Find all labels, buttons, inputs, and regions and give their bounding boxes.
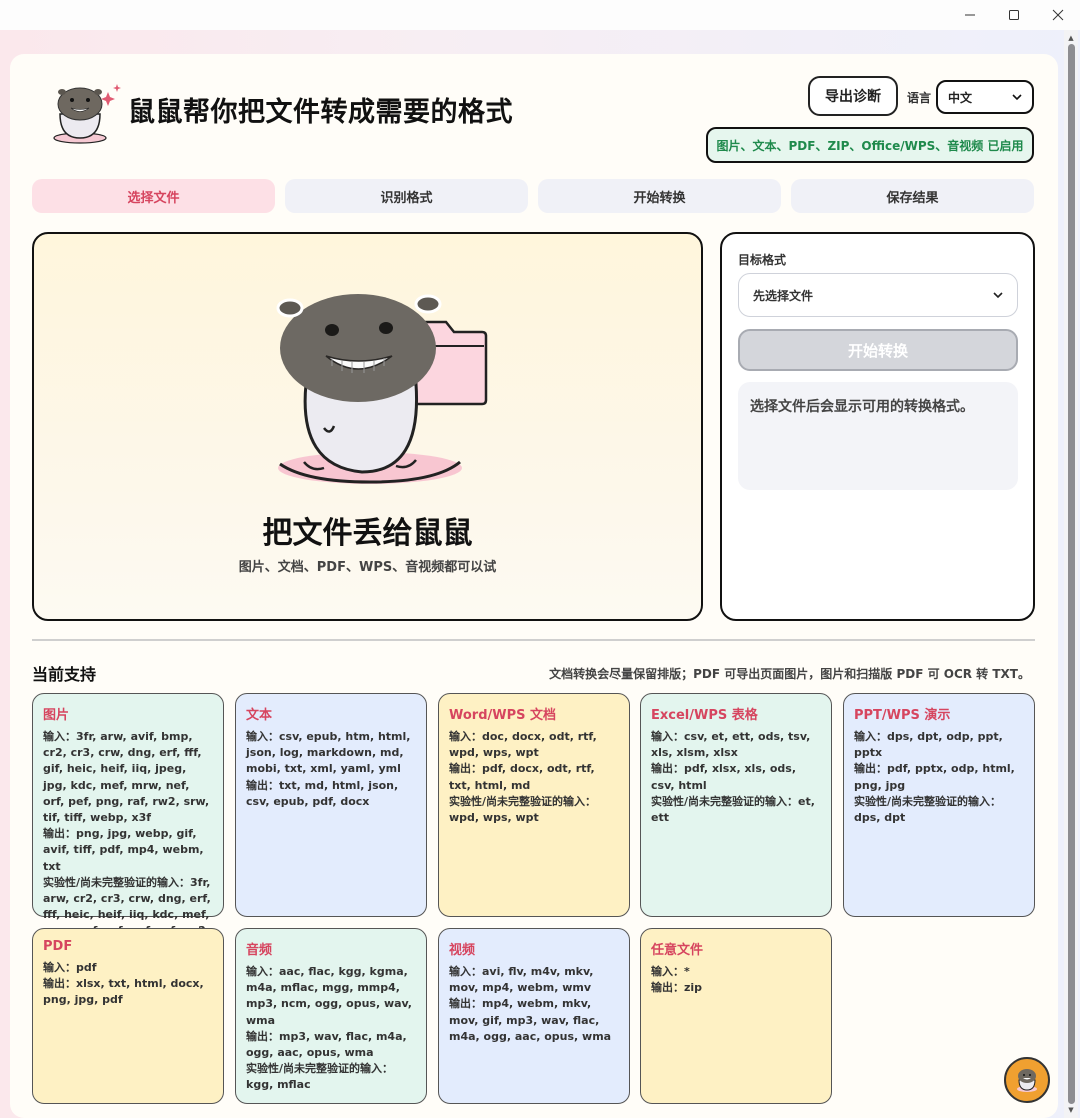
scroll-down-arrow-icon[interactable]: ▼	[1064, 1104, 1078, 1116]
format-card-line: 输入：pdf	[43, 961, 97, 974]
status-badge: 图片、文本、PDF、ZIP、Office/WPS、音视频 已启用	[706, 127, 1034, 163]
format-hint: 选择文件后会显示可用的转换格式。	[738, 382, 1018, 490]
target-format-label: 目标格式	[738, 253, 787, 267]
format-card-line: 输出：txt, md, html, json, csv, epub, pdf, …	[246, 778, 399, 808]
format-card-line: 输出：png, jpg, webp, gif, avif, tiff, pdf,…	[43, 827, 204, 873]
format-card-line: 输入：avi, flv, m4v, mkv, mov, mp4, webm, w…	[449, 965, 594, 995]
format-card-title: 音频	[246, 943, 273, 958]
hamster-avatar-icon	[1017, 1069, 1037, 1092]
format-card-title: 视频	[449, 943, 476, 958]
format-card-title: Word/WPS 文档	[449, 708, 557, 723]
format-card-line: 输入：csv, et, ett, ods, tsv, xls, xlsm, xl…	[651, 730, 811, 760]
format-card-title: 任意文件	[651, 943, 704, 958]
format-card-line: 输入：3fr, arw, avif, bmp, cr2, cr3, crw, d…	[43, 730, 210, 825]
format-card-line: 输出：mp4, webm, mkv, mov, gif, mp3, wav, f…	[449, 997, 612, 1043]
minimize-button[interactable]	[948, 0, 992, 30]
format-card-ppt: PPT/WPS 演示 输入：dps, dpt, odp, ppt, pptx 输…	[843, 693, 1035, 917]
format-card-line: 输出：pdf, pptx, odp, html, png, jpg	[854, 762, 1015, 792]
format-card-title: 文本	[246, 708, 273, 723]
format-card-audio: 音频 输入：aac, flac, kgg, kgma, m4a, mflac, …	[235, 928, 427, 1104]
page-title: 鼠鼠帮你把文件转成需要的格式	[128, 97, 513, 128]
window-titlebar	[0, 0, 1080, 30]
target-format-value: 先选择文件	[753, 288, 814, 303]
format-card-line: 输入：csv, epub, htm, html, json, log, mark…	[246, 730, 411, 776]
format-card-line: 输出：xlsx, txt, html, docx, png, jpg, pdf	[43, 977, 204, 1007]
chevron-down-icon	[993, 292, 1003, 299]
hamster-mascot-icon	[276, 294, 488, 484]
format-card-pdf: PDF 输入：pdf 输出：xlsx, txt, html, docx, png…	[32, 928, 224, 1104]
step-detect-format[interactable]: 识别格式	[285, 179, 528, 213]
chevron-down-icon	[1012, 94, 1022, 101]
support-title: 当前支持	[32, 665, 97, 684]
format-card-title: 图片	[43, 708, 70, 723]
format-card-title: PPT/WPS 演示	[854, 708, 951, 723]
format-card-image: 图片 输入：3fr, arw, avif, bmp, cr2, cr3, crw…	[32, 693, 224, 954]
format-card-line: 输出：zip	[651, 981, 703, 995]
step-select-file[interactable]: 选择文件	[32, 179, 275, 213]
format-card-line: 实验性/尚未完整验证的输入：dps, dpt	[854, 794, 1002, 825]
format-card-line: 输入：aac, flac, kgg, kgma, m4a, mflac, mgg…	[246, 965, 412, 1027]
dropzone-subtitle: 图片、文档、PDF、WPS、音视频都可以试	[238, 560, 497, 575]
format-card-line: 输出：mp3, wav, flac, m4a, ogg, aac, opus, …	[246, 1029, 407, 1060]
format-card-text: 文本 输入：csv, epub, htm, html, json, log, m…	[235, 693, 427, 917]
format-card-title: Excel/WPS 表格	[651, 708, 758, 723]
maximize-button[interactable]	[992, 0, 1036, 30]
format-card-title: PDF	[43, 939, 73, 954]
scroll-up-arrow-icon[interactable]: ▲	[1064, 32, 1078, 44]
format-card-video: 视频 输入：avi, flv, m4v, mkv, mov, mp4, webm…	[438, 928, 630, 1104]
section-divider	[32, 639, 1035, 641]
start-convert-button[interactable]: 开始转换	[738, 329, 1018, 371]
scrollbar[interactable]: ▲ ▼	[1064, 30, 1078, 1118]
target-format-select[interactable]: 先选择文件	[738, 273, 1018, 317]
close-button[interactable]	[1036, 0, 1080, 30]
file-dropzone[interactable]: 把文件丢给鼠鼠 图片、文档、PDF、WPS、音视频都可以试	[32, 232, 703, 621]
minimize-icon	[965, 14, 975, 16]
format-card-line: 实验性/尚未完整验证的输入：wpd, wps, wpt	[449, 794, 597, 825]
language-value: 中文	[948, 90, 973, 105]
maximize-icon	[1009, 10, 1019, 20]
format-card-word: Word/WPS 文档 输入：doc, docx, odt, rtf, wpd,…	[438, 693, 630, 917]
format-card-line: 输出：pdf, docx, odt, rtf, txt, html, md	[449, 762, 595, 792]
scrollbar-thumb[interactable]	[1068, 44, 1075, 1104]
format-card-line: 输出：pdf, xlsx, xls, ods, csv, html	[651, 762, 797, 792]
format-card-any: 任意文件 输入：* 输出：zip	[640, 928, 832, 1104]
dropzone-title: 把文件丢给鼠鼠	[262, 516, 473, 551]
format-card-line: 实验性/尚未完整验证的输入：et, ett	[651, 794, 815, 825]
main-card: 鼠鼠帮你把文件转成需要的格式 导出诊断 语言 中文 图片、文本、PDF、ZIP、…	[10, 54, 1058, 1118]
step-save-result[interactable]: 保存结果	[791, 179, 1034, 213]
conversion-panel: 目标格式 先选择文件 开始转换 选择文件后会显示可用的转换格式。	[720, 232, 1035, 621]
format-card-line: 输入：doc, docx, odt, rtf, wpd, wps, wpt	[449, 730, 597, 760]
language-label: 语言	[907, 91, 932, 105]
support-note: 文档转换会尽量保留排版；PDF 可导出页面图片，图片和扫描版 PDF 可 OCR…	[549, 667, 1030, 681]
format-card-excel: Excel/WPS 表格 输入：csv, et, ett, ods, tsv, …	[640, 693, 832, 917]
hamster-float-button[interactable]	[1004, 1057, 1050, 1103]
step-start-convert[interactable]: 开始转换	[538, 179, 781, 213]
format-card-line: 输入：dps, dpt, odp, ppt, pptx	[854, 730, 1003, 760]
export-diagnostics-button[interactable]: 导出诊断	[808, 76, 898, 116]
format-card-line: 实验性/尚未完整验证的输入：kgg, mflac	[246, 1062, 394, 1092]
format-card-line: 输入：*	[651, 965, 690, 978]
hamster-logo-icon	[53, 84, 121, 144]
language-select[interactable]: 中文	[936, 80, 1034, 114]
close-icon	[1052, 9, 1064, 21]
